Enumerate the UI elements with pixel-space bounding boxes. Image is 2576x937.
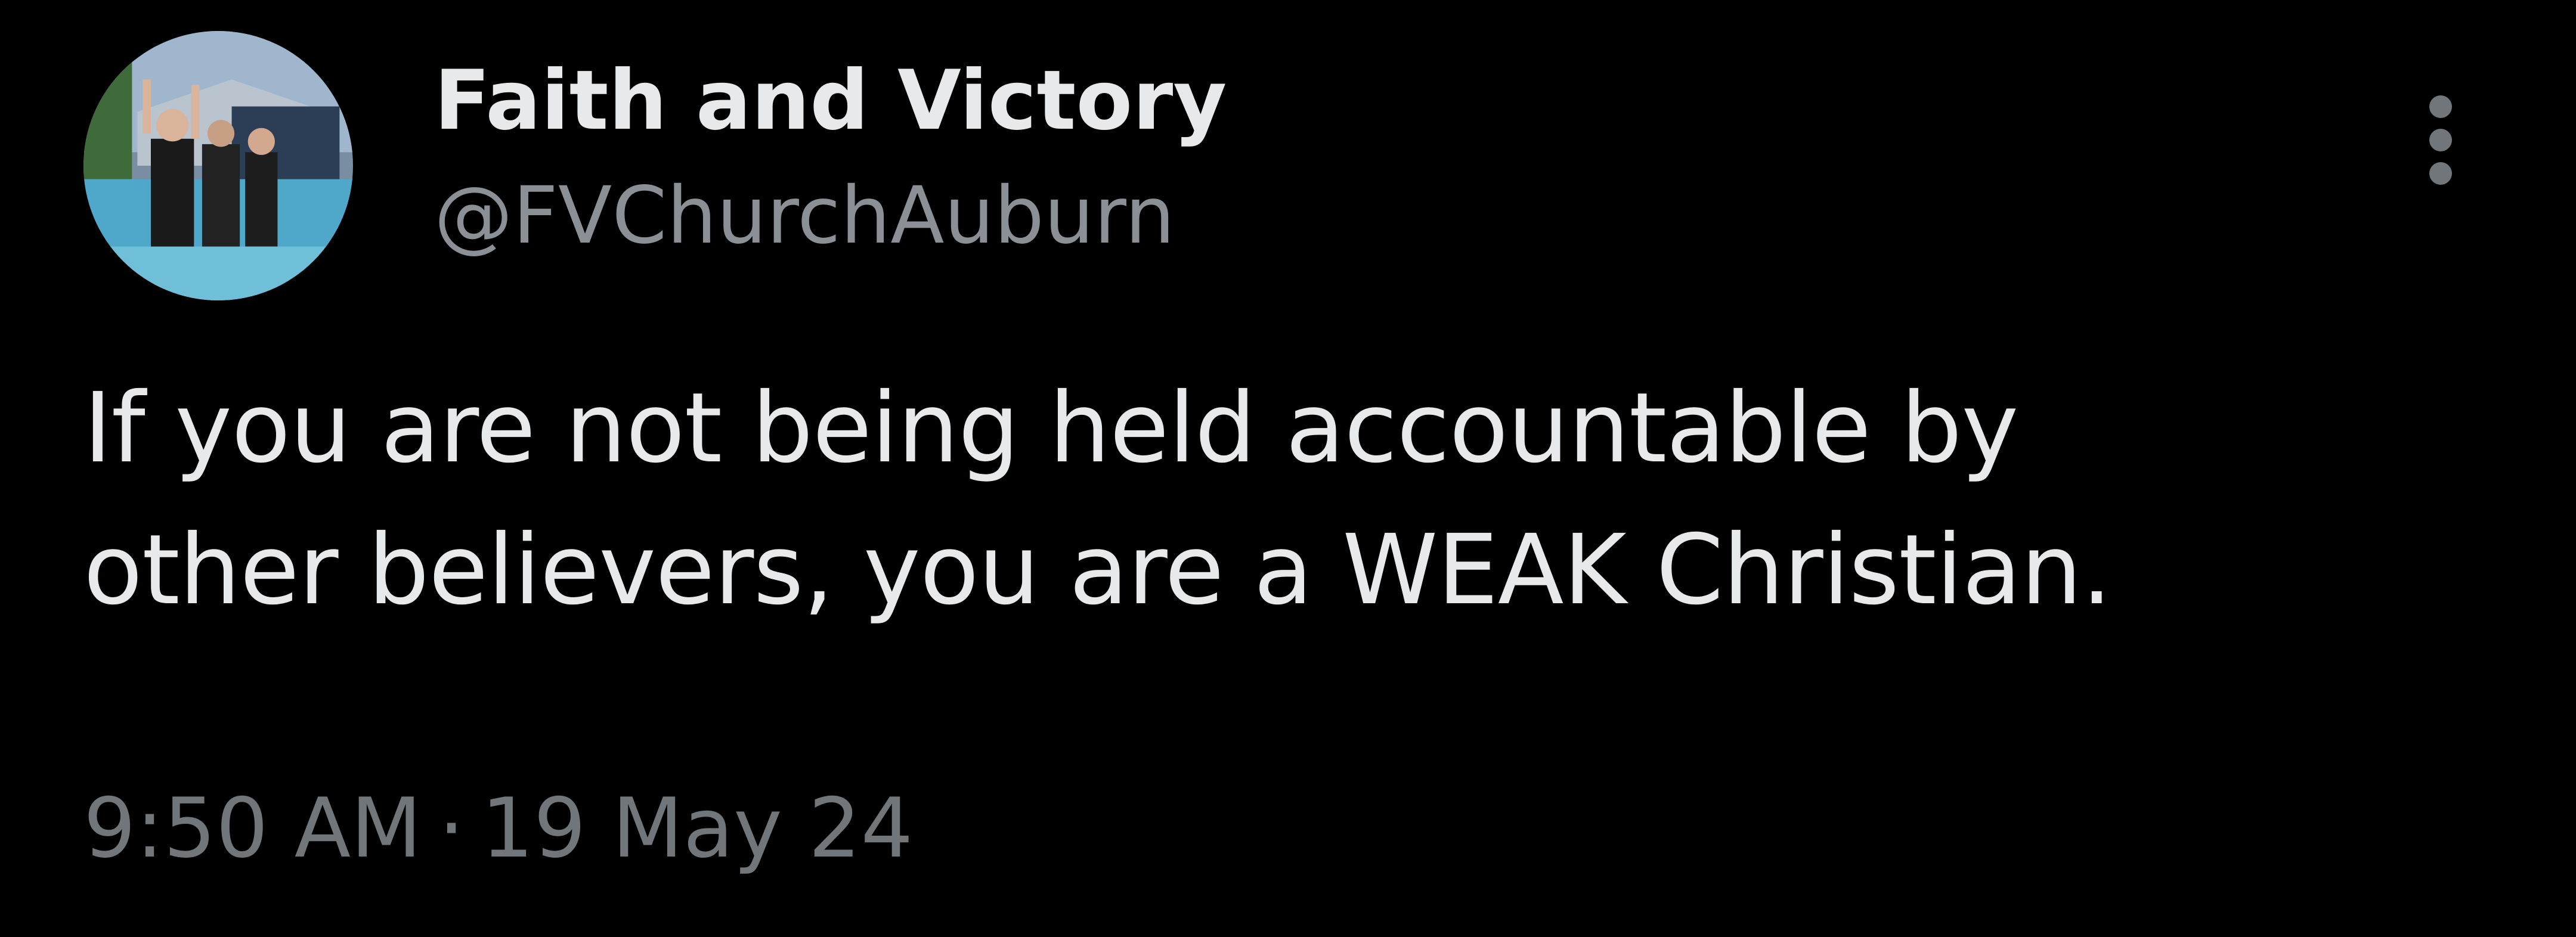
more-vertical-icon bbox=[2429, 95, 2452, 118]
author-avatar[interactable] bbox=[83, 31, 353, 300]
tweet-time: 9:50 AM bbox=[83, 780, 422, 876]
more-vertical-icon bbox=[2429, 162, 2452, 185]
tweet-card: Faith and Victory @FVChurchAuburn If you… bbox=[0, 0, 2576, 937]
meta-separator: · bbox=[438, 780, 465, 876]
tweet-date: 19 May 24 bbox=[481, 780, 914, 876]
author-display-name[interactable]: Faith and Victory bbox=[434, 50, 1227, 151]
author-handle[interactable]: @FVChurchAuburn bbox=[434, 168, 1175, 263]
avatar-photo bbox=[83, 31, 353, 300]
tweet-text: If you are not being held accountable by… bbox=[83, 358, 2498, 641]
more-vertical-icon bbox=[2429, 129, 2452, 151]
tweet-timestamp[interactable]: 9:50 AM · 19 May 24 bbox=[83, 778, 913, 879]
tweet-text-line: other believers, you are a WEAK Christia… bbox=[83, 514, 2112, 626]
tweet-text-line: If you are not being held accountable by bbox=[83, 373, 2018, 485]
more-options-button[interactable] bbox=[2415, 89, 2469, 191]
